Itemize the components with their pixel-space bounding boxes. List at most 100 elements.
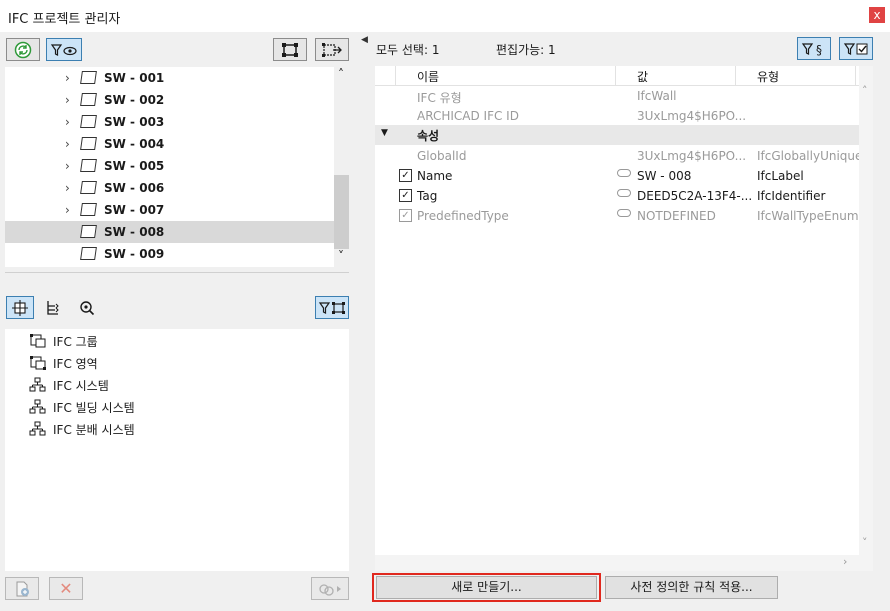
tree-item[interactable]: › SW - 001 — [5, 67, 338, 89]
new-button[interactable]: 새로 만들기... — [376, 576, 597, 599]
wall-element-icon — [80, 115, 97, 128]
refresh-button[interactable] — [6, 38, 40, 61]
prop-value[interactable]: SW - 008 — [637, 169, 691, 183]
chevron-right-icon[interactable]: › — [65, 137, 70, 151]
group-label: IFC 시스템 — [53, 378, 109, 393]
add-group-icon — [12, 299, 28, 316]
collapse-triangle-icon[interactable]: ▼ — [381, 128, 388, 138]
section-header[interactable]: ▼ 속성 — [375, 125, 859, 145]
tree-item[interactable]: › SW - 007 — [5, 199, 338, 221]
export-checkbox[interactable]: ✓ — [399, 189, 412, 202]
spatial-tree-panel[interactable]: › SW - 001 › SW - 002 › SW - 003 › SW - 004 … — [5, 67, 349, 267]
select-frame-icon — [282, 42, 298, 57]
link-menu-button[interactable] — [311, 577, 349, 600]
tree-item-label: SW - 005 — [104, 159, 165, 173]
prop-type: IfcWallTypeEnum — [757, 209, 859, 223]
new-group-button[interactable] — [5, 577, 39, 600]
list-item[interactable]: IFC 영역 — [29, 352, 98, 374]
group-label: IFC 빌딩 시스템 — [53, 400, 135, 415]
list-item[interactable]: IFC 빌딩 시스템 — [29, 396, 135, 418]
filter-checked-toggle[interactable] — [839, 37, 873, 60]
chevron-right-icon[interactable]: › — [65, 71, 70, 85]
list-item[interactable]: IFC 그룹 — [29, 330, 98, 352]
export-checkbox: ✓ — [399, 209, 412, 222]
properties-scrollbar[interactable]: ˄ ˅ — [859, 66, 873, 571]
column-header-value[interactable]: 값 — [637, 68, 648, 85]
frame-arrow-icon — [322, 42, 342, 57]
group-label: IFC 영역 — [53, 356, 98, 371]
tree-item-label: SW - 001 — [104, 71, 165, 85]
scroll-up-icon[interactable]: ˄ — [862, 84, 868, 97]
prop-value: 3UxLmg4$H6PO... — [637, 109, 747, 123]
link-icon — [617, 169, 631, 177]
export-checkbox[interactable]: ✓ — [399, 169, 412, 182]
delete-icon: ✕ — [59, 579, 73, 598]
close-button[interactable]: x — [869, 7, 885, 23]
wall-element-icon — [80, 159, 97, 172]
horizontal-scrollbar[interactable]: › — [375, 555, 859, 571]
panel-splitter[interactable] — [5, 272, 349, 274]
table-row[interactable]: ✓ PredefinedType NOTDEFINED IfcWallTypeE… — [375, 206, 859, 226]
tree-item[interactable]: SW - 009 — [5, 243, 338, 265]
column-header-name[interactable]: 이름 — [417, 68, 439, 85]
wall-element-icon — [80, 247, 97, 260]
hierarchy-view-button[interactable] — [44, 299, 62, 317]
tree-item[interactable]: › SW - 004 — [5, 133, 338, 155]
chevron-right-icon[interactable]: › — [65, 203, 70, 217]
delete-button[interactable]: ✕ — [49, 577, 83, 600]
list-item[interactable]: IFC 분배 시스템 — [29, 418, 135, 440]
section-title: 속성 — [417, 129, 440, 143]
scrollbar-thumb[interactable] — [334, 175, 349, 249]
column-divider — [735, 66, 736, 86]
filter-properties-toggle[interactable]: § — [797, 37, 831, 60]
table-row[interactable]: IFC 유형 IfcWall — [375, 86, 857, 106]
column-divider — [855, 66, 856, 86]
tree-item[interactable]: › SW - 003 — [5, 111, 338, 133]
scroll-right-icon[interactable]: › — [843, 555, 847, 568]
table-row[interactable]: ARCHICAD IFC ID 3UxLmg4$H6PO... — [375, 106, 857, 126]
editable-count: 편집가능: 1 — [496, 43, 556, 57]
export-selection-button[interactable] — [315, 38, 349, 61]
select-elements-button[interactable] — [273, 38, 307, 61]
prop-value[interactable]: DEED5C2A-13F4-... — [637, 189, 752, 203]
prop-value: NOTDEFINED — [637, 209, 716, 223]
chevron-right-icon[interactable]: › — [65, 93, 70, 107]
chevron-right-icon[interactable]: › — [65, 159, 70, 173]
wall-element-icon — [80, 71, 97, 84]
tree-item-selected[interactable]: SW - 008 — [5, 221, 338, 243]
prop-value: 3UxLmg4$H6PO... — [637, 149, 747, 163]
filter-visibility-toggle[interactable] — [46, 38, 82, 61]
tree-scrollbar[interactable]: ˄ ˅ — [334, 67, 349, 267]
link-icon — [617, 189, 631, 197]
ifc-building-system-icon — [29, 399, 46, 414]
svg-text:§: § — [816, 43, 822, 57]
search-button[interactable] — [78, 299, 96, 317]
scroll-down-icon[interactable]: ˅ — [862, 536, 868, 549]
tree-item[interactable]: › SW - 006 — [5, 177, 338, 199]
table-row[interactable]: ✓ Tag DEED5C2A-13F4-... IfcIdentifier — [375, 186, 857, 206]
wall-element-icon — [80, 137, 97, 150]
apply-predefined-rules-button[interactable]: 사전 정의한 규칙 적용... — [605, 576, 778, 599]
all-selected-count: 모두 선택: 1 — [376, 43, 440, 57]
table-header: 이름 값 유형 — [375, 66, 859, 86]
groups-panel[interactable]: IFC 그룹 IFC 영역 IFC 시스템 IFC 빌딩 시스템 IFC 분배 … — [5, 329, 349, 571]
window-title: IFC 프로젝트 관리자 — [8, 12, 121, 27]
table-row[interactable]: GlobalId 3UxLmg4$H6PO... IfcGloballyUniq… — [375, 146, 874, 166]
prop-type: IfcIdentifier — [757, 189, 826, 203]
filter-eye-icon — [50, 43, 77, 56]
column-header-type[interactable]: 유형 — [757, 68, 779, 85]
tree-item[interactable]: › SW - 002 — [5, 89, 338, 111]
list-item[interactable]: IFC 시스템 — [29, 374, 109, 396]
filter-select-toggle[interactable] — [315, 296, 349, 319]
collapse-left-icon[interactable]: ◀ — [361, 35, 368, 45]
chevron-right-icon[interactable]: › — [65, 181, 70, 195]
tree-item-label: SW - 008 — [104, 225, 165, 239]
group-view-toggle[interactable] — [6, 296, 34, 319]
group-label: IFC 분배 시스템 — [53, 422, 135, 437]
scroll-down-icon[interactable]: ˅ — [338, 249, 344, 263]
chevron-right-icon[interactable]: › — [65, 115, 70, 129]
tree-item[interactable]: › SW - 005 — [5, 155, 338, 177]
table-row[interactable]: ✓ Name SW - 008 IfcLabel — [375, 166, 857, 186]
scroll-up-icon[interactable]: ˄ — [338, 67, 344, 81]
filter-section-icon: § — [801, 43, 822, 57]
